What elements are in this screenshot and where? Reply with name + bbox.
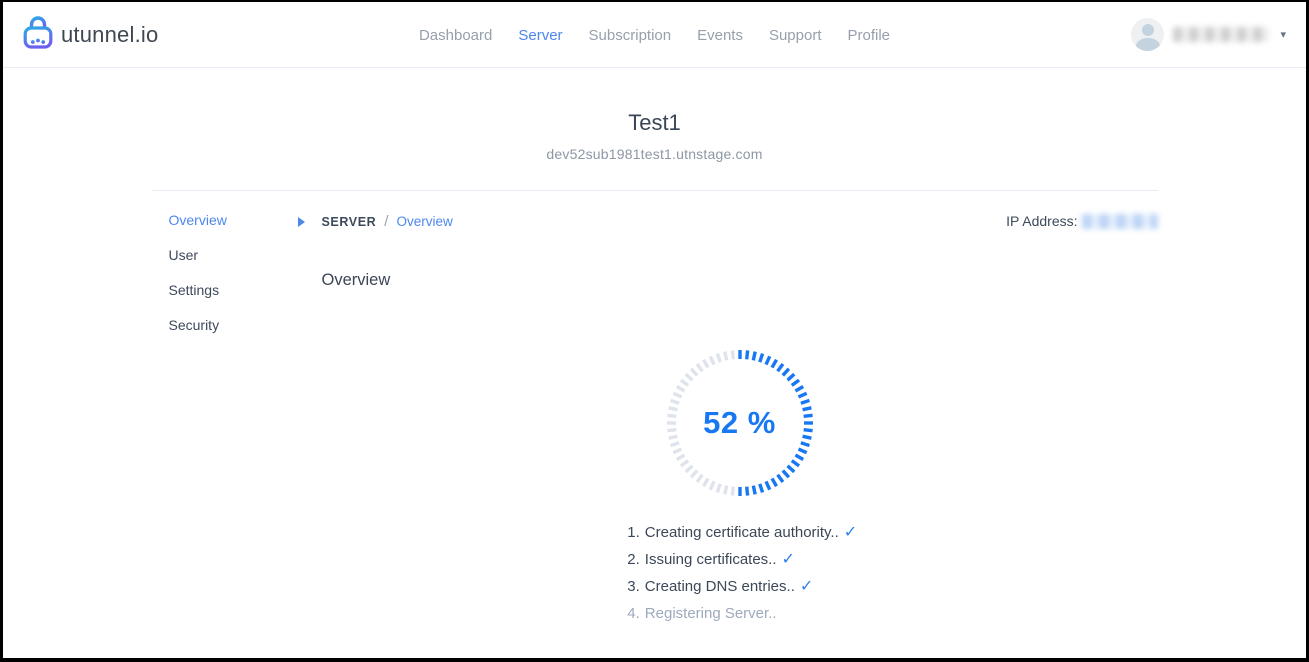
provisioning-step: 3. Creating DNS entries.. ✓ — [622, 573, 857, 600]
main-nav: Dashboard Server Subscription Events Support… — [419, 2, 890, 68]
sidebar-item-security[interactable]: Security — [169, 318, 298, 332]
provisioning-step: 2. Issuing certificates.. ✓ — [622, 546, 857, 573]
provisioning-progress: 52 % 1. Creating certificate authority.. ✓… — [322, 348, 1158, 627]
main-panel: SERVER / Overview IP Address: Overview 5… — [322, 213, 1158, 627]
user-avatar-icon — [1131, 18, 1164, 51]
sidebar-active-indicator — [298, 213, 322, 627]
progress-ring: 52 % — [665, 348, 815, 498]
ip-address-label: IP Address: — [1006, 213, 1077, 229]
triangle-right-icon — [298, 217, 305, 227]
check-icon: ✓ — [782, 551, 795, 568]
sidebar-item-settings[interactable]: Settings — [169, 283, 298, 297]
step-label: Issuing certificates.. — [645, 551, 777, 568]
caret-down-icon: ▾ — [1280, 28, 1286, 41]
nav-item-profile[interactable]: Profile — [848, 27, 891, 44]
step-label: Creating certificate authority.. — [645, 524, 839, 541]
nav-item-support[interactable]: Support — [769, 27, 822, 44]
ip-address: IP Address: — [1006, 213, 1157, 229]
ip-address-redacted — [1082, 214, 1158, 229]
breadcrumb-separator-icon: / — [384, 213, 388, 230]
step-label: Registering Server.. — [645, 605, 777, 622]
nav-item-server[interactable]: Server — [518, 27, 562, 44]
provisioning-step: 1. Creating certificate authority.. ✓ — [622, 519, 857, 546]
server-title: Test1 — [3, 110, 1306, 136]
progress-percent: 52 % — [665, 348, 815, 498]
step-number: 2. — [622, 546, 640, 573]
breadcrumb-section: SERVER — [322, 215, 377, 229]
padlock-circuit-icon — [23, 15, 53, 54]
step-label: Creating DNS entries.. — [645, 578, 795, 595]
server-hostname: dev52sub1981test1.utnstage.com — [3, 146, 1306, 162]
section-divider — [152, 190, 1158, 191]
nav-item-subscription[interactable]: Subscription — [589, 27, 672, 44]
nav-item-events[interactable]: Events — [697, 27, 743, 44]
step-number: 3. — [622, 573, 640, 600]
server-sidebar: Overview User Settings Security — [152, 213, 298, 627]
check-icon: ✓ — [844, 524, 857, 541]
brand-logo[interactable]: utunnel.io — [23, 15, 158, 54]
overview-heading: Overview — [322, 271, 1158, 290]
user-menu[interactable]: ▾ — [1131, 18, 1286, 51]
check-icon: ✓ — [800, 578, 813, 595]
app-window: utunnel.io Dashboard Server Subscription Ev… — [0, 0, 1309, 662]
server-page-head: Test1 dev52sub1981test1.utnstage.com — [3, 68, 1306, 162]
nav-item-dashboard[interactable]: Dashboard — [419, 27, 492, 44]
sidebar-item-overview[interactable]: Overview — [169, 213, 298, 227]
breadcrumb-page-link[interactable]: Overview — [396, 214, 452, 229]
step-number: 1. — [622, 519, 640, 546]
step-number: 4. — [622, 600, 640, 627]
brand-name: utunnel.io — [61, 22, 158, 48]
provisioning-steps: 1. Creating certificate authority.. ✓ 2. Iss… — [622, 519, 857, 627]
user-name-redacted — [1173, 27, 1269, 42]
breadcrumb: SERVER / Overview IP Address: — [322, 213, 1158, 230]
sidebar-item-user[interactable]: User — [169, 248, 298, 262]
top-header: utunnel.io Dashboard Server Subscription Ev… — [3, 2, 1306, 68]
provisioning-step: 4. Registering Server.. — [622, 600, 857, 627]
